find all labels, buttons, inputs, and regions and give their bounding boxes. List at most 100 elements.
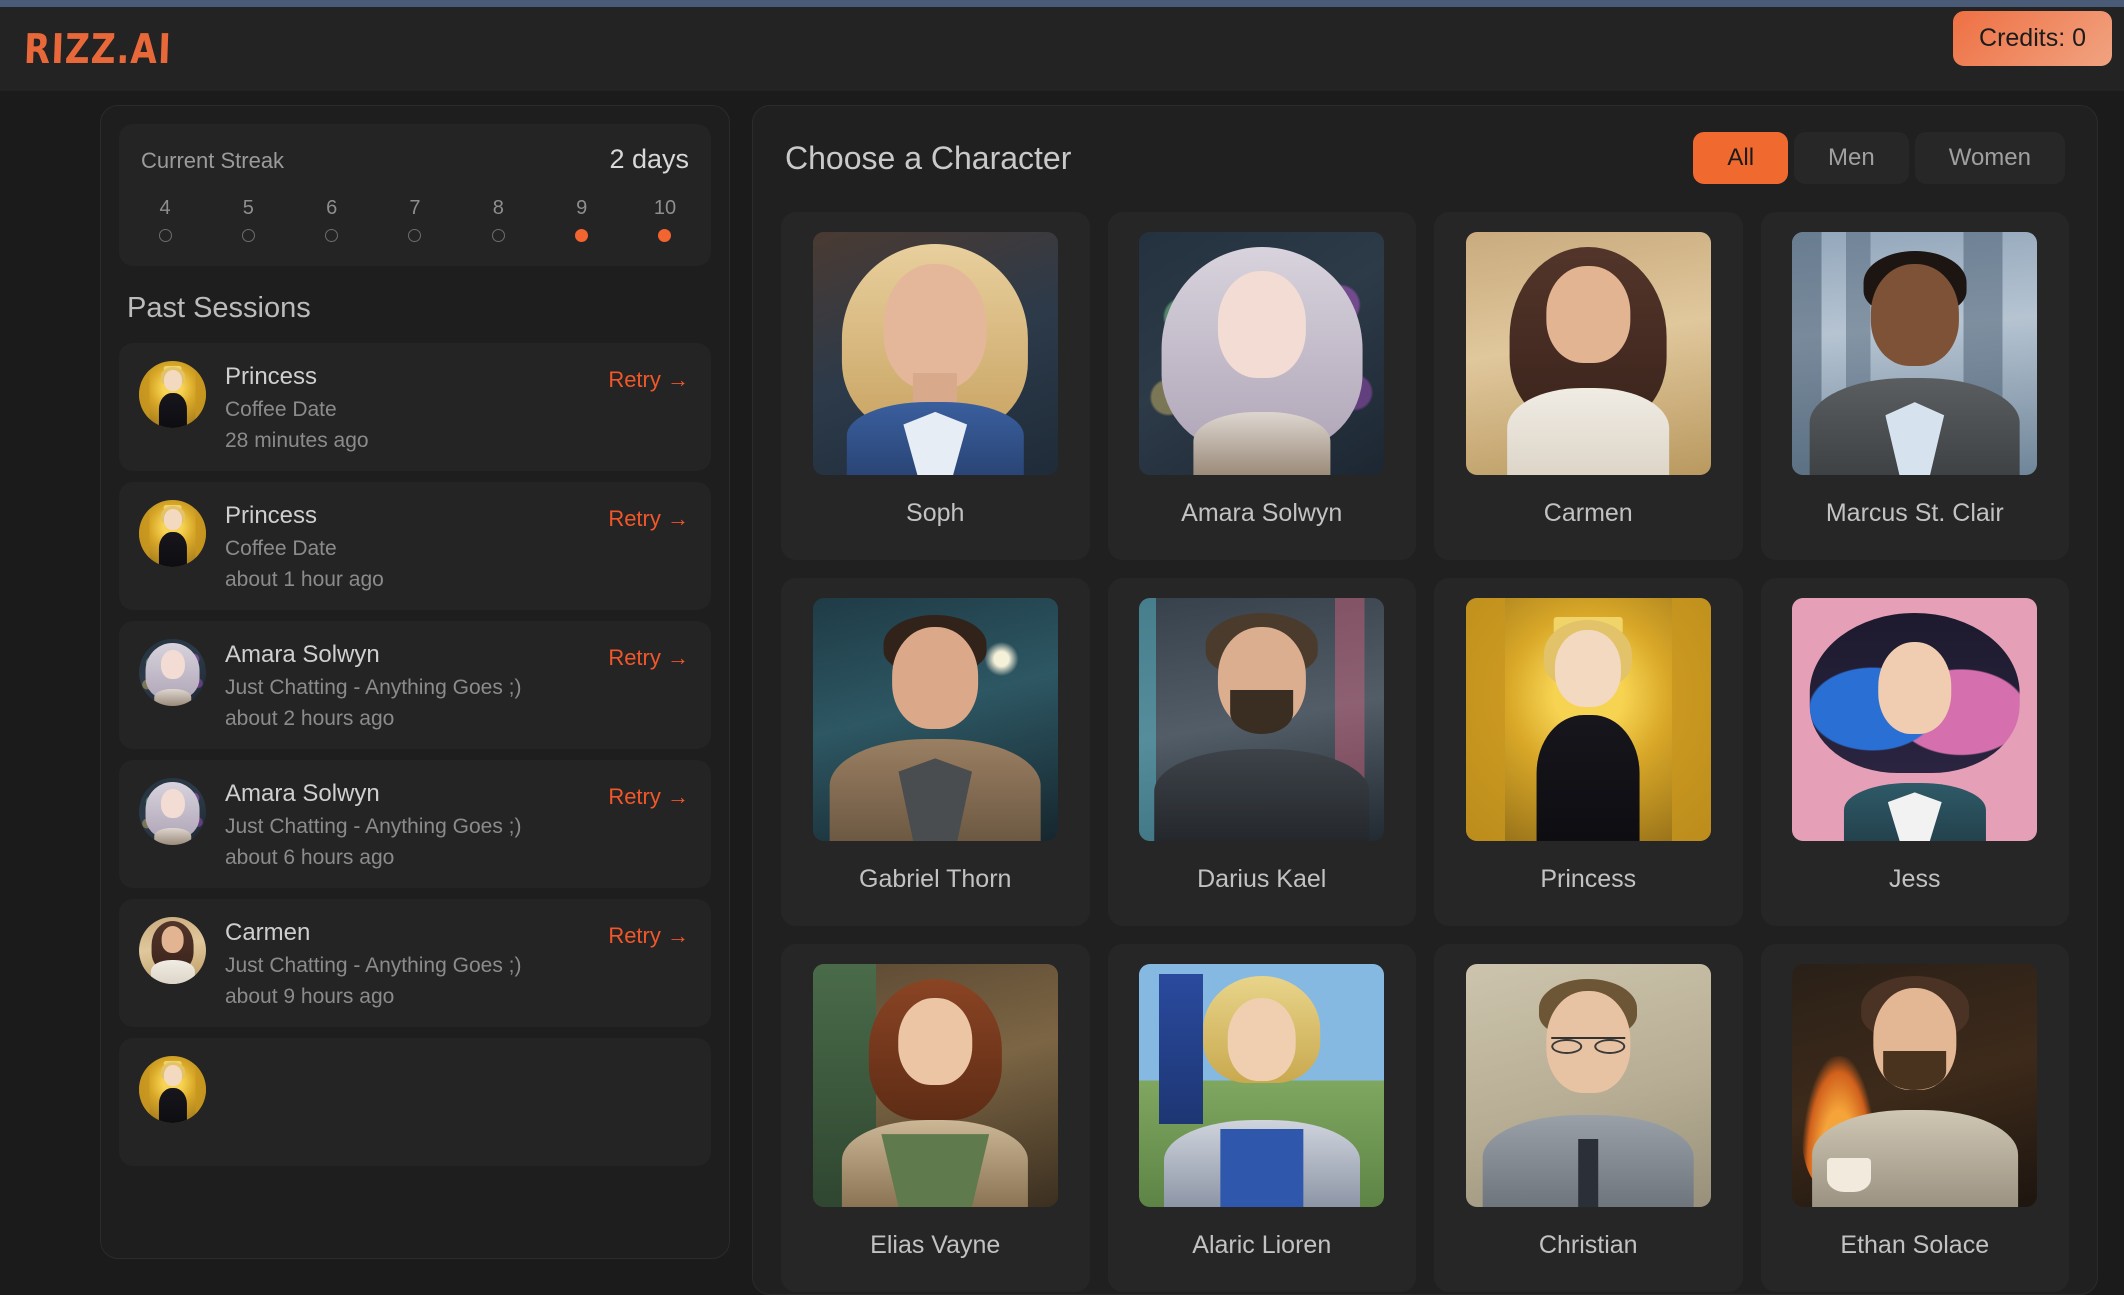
character-portrait [812, 598, 1058, 841]
character-portrait [1139, 232, 1385, 475]
character-card[interactable]: Ethan Solace [1760, 944, 2069, 1292]
gender-filter-group: All Men Women [1693, 132, 2065, 184]
past-session-item[interactable] [119, 1038, 711, 1166]
streak-dot-empty [158, 229, 172, 242]
streak-header: Current Streak 2 days [141, 144, 689, 175]
browser-chrome-strip [0, 0, 2124, 7]
filter-tab-men[interactable]: Men [1794, 132, 1909, 184]
streak-day: 10 [645, 197, 685, 242]
session-character-name: Princess [225, 502, 318, 529]
avatar [139, 500, 206, 567]
retry-button[interactable]: Retry → [608, 645, 689, 671]
character-image [1139, 598, 1385, 841]
character-portrait [139, 1056, 206, 1123]
character-name: Princess [1540, 865, 1637, 893]
character-panel: Choose a Character All Men Women Soph Amara… [752, 105, 2098, 1295]
retry-button[interactable]: Retry → [608, 367, 689, 393]
streak-day-number: 6 [326, 197, 338, 219]
character-image [1792, 964, 2038, 1207]
retry-button[interactable]: Retry → [608, 923, 689, 949]
credits-badge[interactable]: Credits: 0 [1953, 11, 2112, 66]
character-image [1465, 232, 1711, 475]
streak-dot-empty [325, 229, 339, 242]
character-portrait [1792, 964, 2038, 1207]
streak-day: 6 [312, 197, 352, 242]
avatar [139, 361, 206, 428]
character-image [1465, 598, 1711, 841]
session-info: Amara Solwyn Just Chatting - Anything Goe… [225, 639, 521, 731]
character-panel-header: Choose a Character All Men Women [781, 132, 2069, 184]
character-card[interactable]: Darius Kael [1107, 578, 1416, 926]
character-name: Marcus St. Clair [1825, 499, 2004, 527]
streak-day-list: 4 5 6 7 8 9 10 [141, 197, 689, 242]
character-portrait [139, 361, 206, 428]
character-card[interactable]: Elias Vayne [781, 944, 1090, 1292]
streak-day-number: 8 [492, 197, 504, 219]
character-portrait [1139, 964, 1385, 1207]
streak-value: 2 days [609, 144, 689, 174]
character-portrait [139, 500, 206, 567]
character-image [812, 232, 1058, 475]
past-session-item[interactable]: Amara Solwyn Just Chatting - Anything Goe… [119, 621, 711, 749]
character-card[interactable]: Alaric Lioren [1107, 944, 1416, 1292]
past-session-item[interactable]: Princess Coffee Date about 1 hour ago Retry… [119, 482, 711, 610]
current-streak-card: Current Streak 2 days 4 5 6 7 8 9 10 [119, 124, 711, 266]
session-scenario: Just Chatting - Anything Goes ;) [225, 815, 522, 838]
session-info: Carmen Just Chatting - Anything Goes ;) ab… [225, 917, 521, 1009]
session-info: Princess Coffee Date about 1 hour ago [225, 500, 384, 592]
session-timestamp: about 1 hour ago [225, 568, 384, 591]
past-session-item[interactable]: Princess Coffee Date 28 minutes ago Retry → [119, 343, 711, 471]
character-portrait [1139, 598, 1385, 841]
page-title: Choose a Character [785, 139, 1072, 176]
character-portrait [812, 232, 1058, 475]
character-name: Ethan Solace [1840, 1231, 1990, 1259]
character-grid: Soph Amara Solwyn Carmen Marcus St. Clair Ga… [781, 212, 2069, 1292]
character-card[interactable]: Soph [781, 212, 1090, 560]
streak-day: 4 [145, 197, 185, 242]
character-card[interactable]: Christian [1434, 944, 1743, 1292]
character-image [1139, 232, 1385, 475]
session-info: Amara Solwyn Just Chatting - Anything Goe… [225, 778, 521, 870]
character-portrait [1792, 232, 2038, 475]
character-portrait [139, 917, 206, 984]
streak-dot-empty [241, 229, 255, 242]
session-info: Princess Coffee Date 28 minutes ago [225, 361, 369, 453]
session-character-name: Amara Solwyn [225, 641, 380, 668]
character-image [812, 964, 1058, 1207]
past-session-item[interactable]: Amara Solwyn Just Chatting - Anything Goe… [119, 760, 711, 888]
character-name: Christian [1538, 1231, 1638, 1259]
filter-tab-women[interactable]: Women [1914, 132, 2065, 184]
retry-button[interactable]: Retry → [608, 506, 689, 532]
character-card[interactable]: Gabriel Thorn [781, 578, 1090, 926]
app-header: RIZZ.AI Credits: 0 [0, 7, 2124, 91]
session-scenario: Just Chatting - Anything Goes ;) [225, 954, 522, 977]
filter-tab-all[interactable]: All [1693, 132, 1789, 184]
session-timestamp: about 6 hours ago [225, 846, 395, 869]
app-logo[interactable]: RIZZ.AI [21, 25, 172, 73]
session-timestamp: 28 minutes ago [225, 429, 369, 452]
character-card[interactable]: Marcus St. Clair [1760, 212, 2069, 560]
streak-dot-filled [658, 229, 672, 242]
character-card[interactable]: Carmen [1434, 212, 1743, 560]
page-body: Current Streak 2 days 4 5 6 7 8 9 10 Past Sess… [0, 91, 2124, 1295]
streak-day: 8 [478, 197, 518, 242]
character-card[interactable]: Princess [1434, 578, 1743, 926]
session-character-name: Princess [225, 363, 318, 390]
character-image [1139, 964, 1385, 1207]
streak-day: 7 [395, 197, 435, 242]
past-session-item[interactable]: Carmen Just Chatting - Anything Goes ;) ab… [119, 899, 711, 1027]
retry-button[interactable]: Retry → [608, 784, 689, 810]
character-name: Amara Solwyn [1181, 499, 1343, 527]
character-card[interactable]: Amara Solwyn [1107, 212, 1416, 560]
streak-day-number: 9 [576, 197, 588, 219]
session-scenario: Coffee Date [225, 398, 337, 421]
character-card[interactable]: Jess [1760, 578, 2069, 926]
character-portrait [139, 639, 206, 706]
streak-day-number: 7 [409, 197, 421, 219]
avatar [139, 778, 206, 845]
streak-dot-filled [575, 229, 589, 242]
character-name: Alaric Lioren [1192, 1231, 1332, 1259]
session-timestamp: about 9 hours ago [225, 985, 395, 1008]
character-image [1465, 964, 1711, 1207]
session-timestamp: about 2 hours ago [225, 707, 395, 730]
